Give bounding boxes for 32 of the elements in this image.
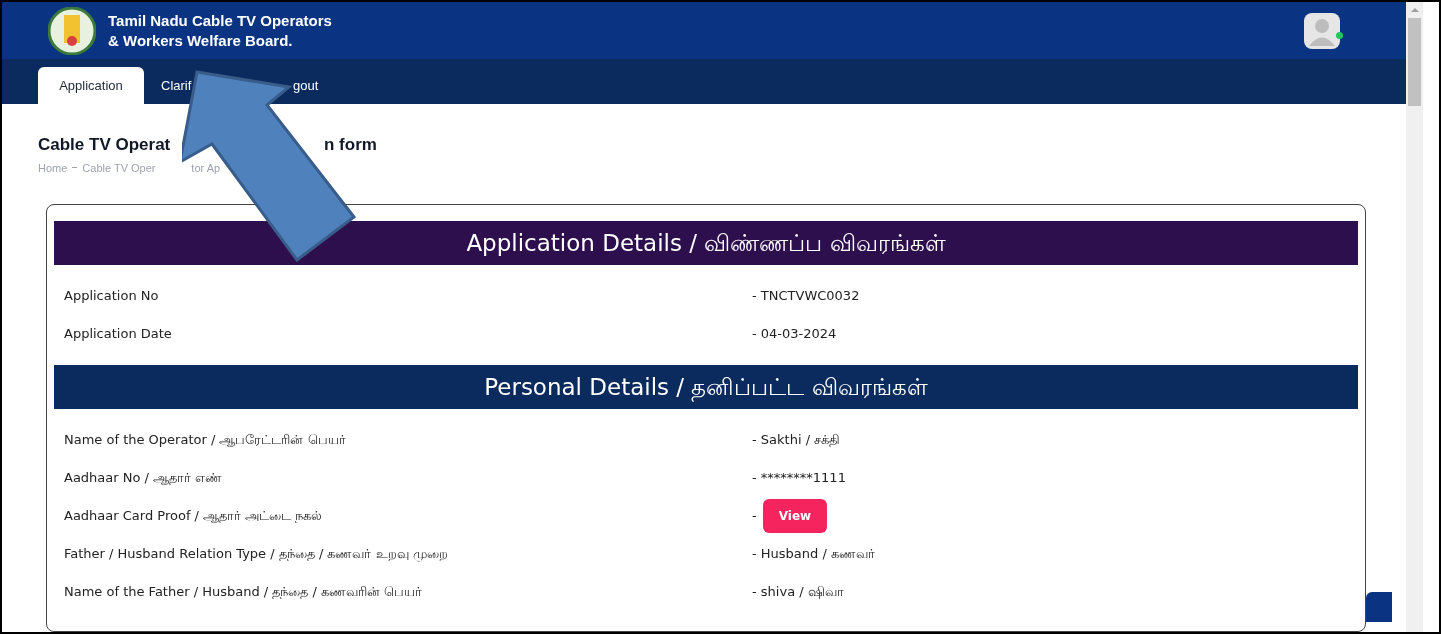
field-value: - TNCTVWC0032 (752, 287, 860, 306)
breadcrumb-item: tor Ap (191, 160, 221, 176)
field-label: Name of the Father / Husband / தந்தை / கணவரின் பெயர் (63, 583, 424, 602)
emblem-icon (48, 6, 96, 55)
nav-tab[interactable]: gout (293, 78, 319, 93)
site-title: Tamil Nadu Cable TV Operators (108, 10, 332, 31)
section-title: Application Details / விண்ணப்ப விவரங்கள் (466, 228, 946, 258)
page-title: Cable TV Operat (38, 135, 171, 154)
field-label: Aadhaar No / ஆதார் எண் (63, 469, 224, 488)
field-value: - shiva / ஷிவா (752, 583, 844, 602)
scroll-up-icon[interactable] (1410, 8, 1419, 12)
page-title: n form (324, 135, 377, 154)
scroll-thumb[interactable] (1408, 18, 1421, 106)
field-label: Father / Husband Relation Type / தந்தை / கணவர் உறவு முறை (63, 545, 449, 564)
breadcrumb-item: Cable TV Oper (82, 160, 156, 176)
section-title: Personal Details / தனிப்பட்ட விவரங்கள் (484, 372, 928, 404)
field-label: Application No (63, 287, 160, 306)
avatar-icon[interactable] (1304, 12, 1340, 49)
field-value: - Sakthi / சக்தி (752, 431, 841, 450)
field-value: - (752, 507, 757, 526)
scroll-top-button[interactable] (1366, 592, 1392, 622)
field-label: Application Date (63, 325, 173, 344)
field-label: Aadhaar Card Proof / ஆதார் அட்டை நகல் (63, 507, 324, 526)
nav-tab[interactable]: Clarif (161, 78, 192, 93)
field-value: - ********1111 (752, 469, 846, 488)
field-value: - Husband / கணவர் (752, 545, 875, 564)
nav-tab[interactable]: Application (38, 67, 144, 104)
view-button[interactable]: View (762, 499, 828, 533)
field-label: Name of the Operator / ஆபரேட்டரின் பெயர் (63, 431, 347, 450)
breadcrumb-separator (72, 167, 78, 169)
site-title: & Workers Welfare Board. (108, 30, 294, 51)
field-value: - 04-03-2024 (752, 325, 837, 344)
